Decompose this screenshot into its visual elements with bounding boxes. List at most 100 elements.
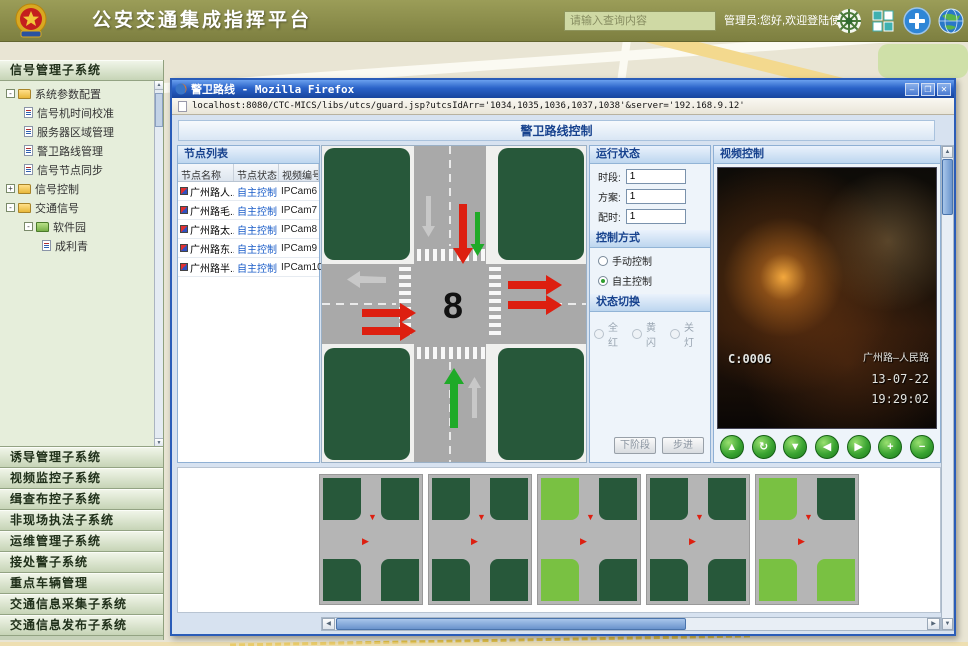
expand-toggle-icon[interactable]: -: [6, 89, 15, 98]
folder-icon: [18, 89, 31, 99]
phase-thumbnail[interactable]: ▼ ▶: [755, 474, 859, 605]
next-stage-button[interactable]: 下阶段: [614, 437, 656, 454]
search-input[interactable]: [564, 11, 716, 31]
folder-icon: [36, 222, 49, 232]
phase-thumbnail[interactable]: ▼ ▶: [537, 474, 641, 605]
yellow-flash-option[interactable]: 黄闪: [632, 319, 665, 349]
scroll-left-icon[interactable]: ◀: [322, 618, 335, 630]
controls-panel: 运行状态 时段: 方案: 配时: 控制方式 手动控制 自主控制: [589, 145, 711, 463]
phase-thumbnail[interactable]: ▼ ▶: [646, 474, 750, 605]
auto-control-option[interactable]: 自主控制: [590, 268, 710, 288]
manual-control-option[interactable]: 手动控制: [590, 248, 710, 268]
all-red-option[interactable]: 全红: [594, 319, 627, 349]
sidebar-item-traffic-release[interactable]: 交通信息发布子系统: [0, 615, 163, 636]
tree-scrollbar[interactable]: ▲ ▼: [154, 81, 163, 447]
expand-toggle-icon[interactable]: -: [6, 203, 15, 212]
ptz-auto-button[interactable]: ↻: [752, 435, 776, 459]
step-button[interactable]: 步进: [662, 437, 704, 454]
radio-icon[interactable]: [598, 256, 608, 266]
radio-icon: [594, 329, 604, 339]
horizontal-scrollbar[interactable]: ◀ ▶: [321, 617, 941, 631]
node-status-link[interactable]: 自主控制: [234, 260, 279, 275]
node-row[interactable]: 广州路太... 自主控制 IPCam8: [178, 220, 319, 239]
window-titlebar[interactable]: 警卫路线 - Mozilla Firefox – ❐ ✕: [172, 80, 954, 98]
tree-item-software-park[interactable]: - 软件园: [0, 217, 163, 236]
expand-toggle-icon[interactable]: -: [24, 222, 33, 231]
sidebar-item-video-surveillance[interactable]: 视频监控子系统: [0, 468, 163, 489]
column-video-id[interactable]: 视频编号: [279, 164, 319, 181]
sidebar-item-operations[interactable]: 运维管理子系统: [0, 531, 163, 552]
maximize-button[interactable]: ❐: [921, 83, 935, 96]
lights-off-option[interactable]: 关灯: [670, 319, 703, 349]
scrollbar-thumb[interactable]: [155, 93, 163, 127]
tree-item-chengliqing[interactable]: 成利青: [0, 236, 163, 255]
radio-icon[interactable]: [598, 276, 608, 286]
plan-input[interactable]: [626, 189, 686, 204]
node-row[interactable]: 广州路东... 自主控制 IPCam9: [178, 239, 319, 258]
column-node-status[interactable]: 节点状态: [234, 164, 279, 181]
date-overlay: 13-07-22: [871, 372, 929, 386]
node-status-link[interactable]: 自主控制: [234, 222, 279, 237]
tree-item-node-sync[interactable]: 信号节点同步: [0, 160, 163, 179]
expand-toggle-icon[interactable]: +: [6, 184, 15, 193]
scrollbar-thumb[interactable]: [336, 618, 686, 630]
ptz-zoom-out-button[interactable]: −: [910, 435, 934, 459]
mini-arrow-icon: ▼: [695, 513, 704, 522]
add-plus-icon[interactable]: [903, 7, 931, 40]
tree-item-traffic-signal[interactable]: - 交通信号: [0, 198, 163, 217]
node-status-link[interactable]: 自主控制: [234, 241, 279, 256]
tree-item-label: 信号节点同步: [37, 162, 103, 178]
tree-item-label: 服务器区域管理: [37, 124, 114, 140]
tree-item-server-area[interactable]: 服务器区域管理: [0, 122, 163, 141]
option-label: 关灯: [684, 319, 703, 349]
scroll-down-icon[interactable]: ▼: [155, 438, 163, 447]
sidebar-panel-title[interactable]: 信号管理子系统: [0, 60, 163, 81]
node-row[interactable]: 广州路毛... 自主控制 IPCam7: [178, 201, 319, 220]
node-status-link[interactable]: 自主控制: [234, 203, 279, 218]
tree-item-guard-route[interactable]: 警卫路线管理: [0, 141, 163, 160]
sidebar-item-key-vehicles[interactable]: 重点车辆管理: [0, 573, 163, 594]
screen: 公安交通集成指挥平台 管理员:您好,欢迎登陆使用: [0, 0, 968, 646]
tree-item-time-calibration[interactable]: 信号机时间校准: [0, 103, 163, 122]
grid-apps-icon[interactable]: [871, 9, 895, 38]
video-panel: 视频控制 C:0006 广州路—人民路 13-07-22 19:29:02 ▲ …: [713, 145, 941, 463]
node-list-header: 节点列表: [178, 146, 319, 164]
node-row[interactable]: 广州路半... 自主控制 IPCam10: [178, 258, 319, 277]
ptz-left-button[interactable]: ◀: [815, 435, 839, 459]
column-node-name[interactable]: 节点名称: [178, 164, 234, 181]
sidebar-item-offsite-enforcement[interactable]: 非现场执法子系统: [0, 510, 163, 531]
time-overlay: 19:29:02: [871, 392, 929, 406]
node-status-link[interactable]: 自主控制: [234, 184, 279, 199]
minimize-button[interactable]: –: [905, 83, 919, 96]
tree-item-system-params[interactable]: - 系统参数配置: [0, 84, 163, 103]
globe-icon[interactable]: [938, 8, 964, 39]
mini-arrow-icon: ▶: [798, 537, 805, 546]
command-wheel-icon[interactable]: [836, 8, 862, 39]
scroll-up-icon[interactable]: ▲: [155, 81, 163, 90]
page-icon: [178, 101, 187, 112]
scroll-down-icon[interactable]: ▼: [942, 618, 953, 630]
node-video-id: IPCam6: [279, 186, 319, 197]
sidebar-item-guidance[interactable]: 诱导管理子系统: [0, 447, 163, 468]
phase-thumbnail[interactable]: ▼ ▶: [319, 474, 423, 605]
scroll-right-icon[interactable]: ▶: [927, 618, 940, 630]
phase-thumbnail[interactable]: ▼ ▶: [428, 474, 532, 605]
camera-icon: [180, 225, 188, 233]
ptz-right-button[interactable]: ▶: [847, 435, 871, 459]
ptz-up-button[interactable]: ▲: [720, 435, 744, 459]
period-input[interactable]: [626, 169, 686, 184]
ptz-down-button[interactable]: ▼: [783, 435, 807, 459]
scrollbar-thumb[interactable]: [942, 159, 953, 215]
node-row[interactable]: 广州路人... 自主控制 IPCam6: [178, 182, 319, 201]
url-bar[interactable]: localhost:8080/CTC-MICS/libs/utcs/guard.…: [172, 98, 954, 115]
sidebar-item-investigation-control[interactable]: 缉查布控子系统: [0, 489, 163, 510]
close-button[interactable]: ✕: [937, 83, 951, 96]
sidebar-item-alarm-dispatch[interactable]: 接处警子系统: [0, 552, 163, 573]
tree-item-signal-control[interactable]: + 信号控制: [0, 179, 163, 198]
vertical-scrollbar[interactable]: ▲ ▼: [941, 145, 954, 631]
timing-input[interactable]: [626, 209, 686, 224]
police-badge-logo: [12, 2, 50, 45]
sidebar-item-traffic-collection[interactable]: 交通信息采集子系统: [0, 594, 163, 615]
ptz-zoom-in-button[interactable]: +: [878, 435, 902, 459]
scroll-up-icon[interactable]: ▲: [942, 146, 953, 158]
